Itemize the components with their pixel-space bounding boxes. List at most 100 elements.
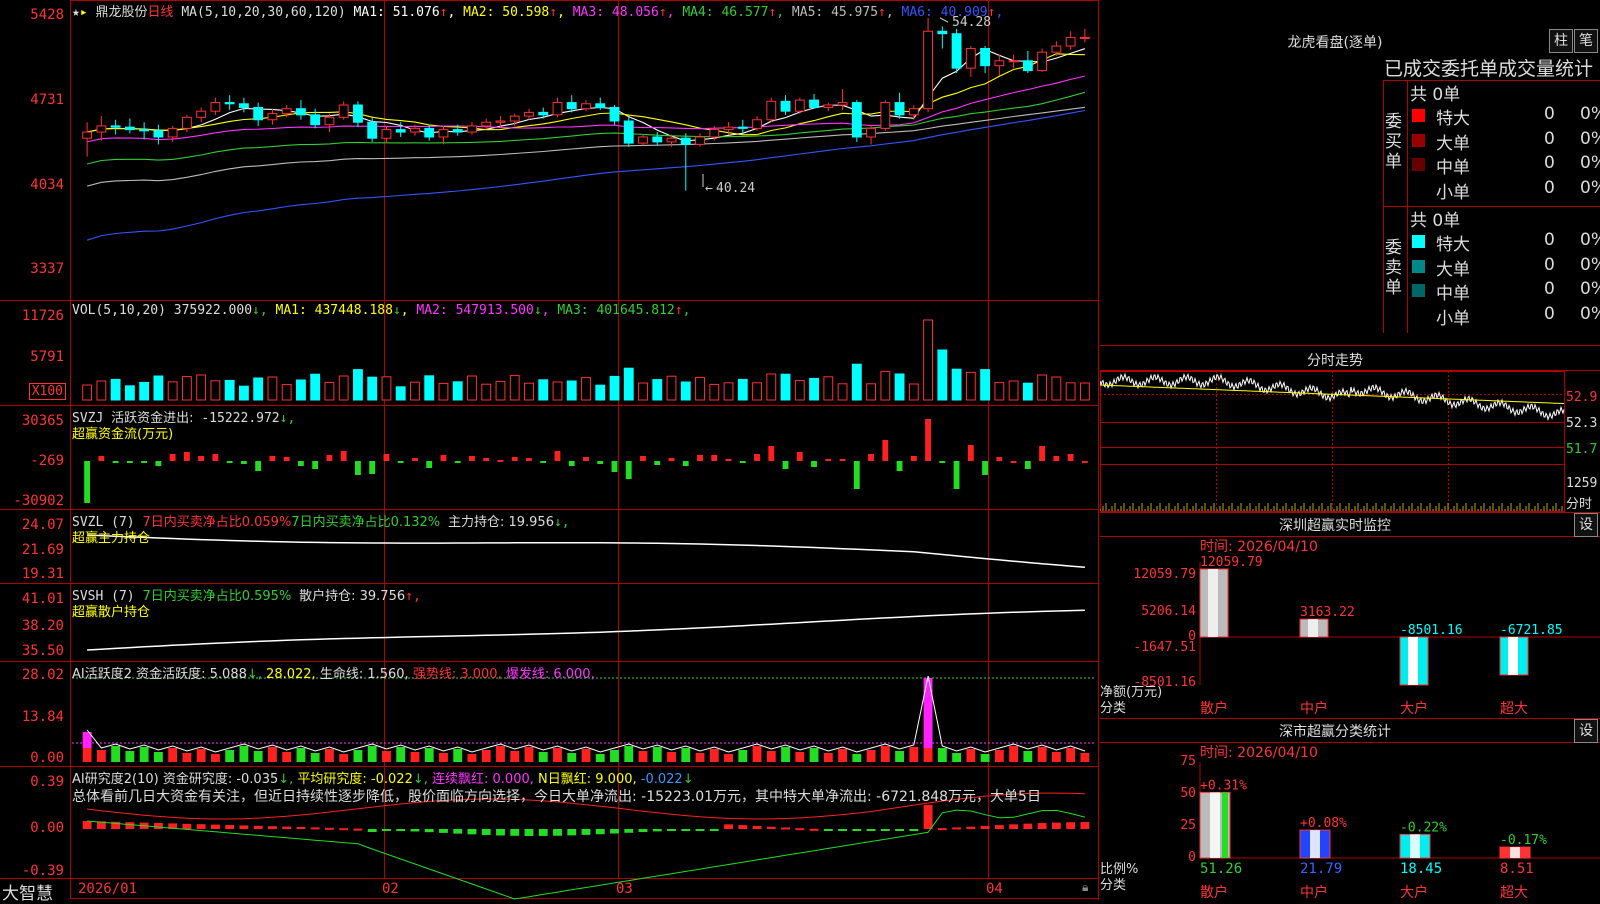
candle-body — [353, 104, 363, 123]
stock-name[interactable]: 鼎龙股份 — [95, 5, 147, 20]
research-bar — [1066, 822, 1076, 829]
candle-body — [395, 129, 406, 133]
cls-cat: 大户 — [1400, 885, 1428, 901]
research-bar — [695, 829, 705, 831]
fund-flow-bar — [383, 454, 390, 461]
activity-bar — [439, 753, 448, 762]
activity-bar — [481, 750, 491, 762]
sz-class-settings-button[interactable]: 设 — [1574, 719, 1598, 743]
buy-label: 委买单 — [1385, 112, 1402, 172]
candle-body — [281, 108, 292, 115]
candle-body — [766, 100, 777, 121]
volume-bar — [1008, 380, 1019, 401]
fund-flow-bar — [183, 452, 190, 461]
research-bar — [838, 829, 847, 831]
research-bar — [766, 826, 776, 829]
monitor-value: -6721.85 — [1500, 623, 1563, 638]
fund-flow-bar — [967, 445, 974, 461]
price-tick: 5428 — [30, 7, 64, 23]
svzl-line — [87, 534, 1085, 568]
candle-body — [424, 127, 435, 138]
fund-flow-bar — [796, 452, 803, 461]
svzl-t1: 7日内买卖净占比0.059% — [142, 515, 292, 530]
research-bar — [866, 829, 876, 831]
candle-body — [595, 103, 606, 108]
order-stat-row: 小单00% — [1410, 178, 1600, 203]
fund-flow-bar — [426, 461, 433, 468]
price-tick: 4034 — [30, 177, 64, 193]
research-bar — [538, 829, 548, 836]
candle-body — [495, 120, 506, 123]
candle-body — [923, 30, 934, 110]
candle-body — [638, 136, 648, 144]
sz-monitor-time: 时间: 2026/04/10 — [1200, 539, 1318, 555]
activity-bar — [581, 749, 591, 762]
intraday-vol-tick: 1259 — [1566, 476, 1598, 491]
lock-icon[interactable]: 🔒︎ — [1082, 880, 1088, 895]
activity-bar — [895, 751, 904, 762]
research-bar — [310, 827, 320, 830]
main-position-line — [87, 534, 1085, 568]
sz-monitor-settings-button[interactable]: 设 — [1574, 513, 1598, 537]
research-bar — [1009, 824, 1019, 829]
activity-bar — [838, 749, 847, 762]
volume-bar — [980, 369, 991, 401]
research-bar — [795, 828, 805, 831]
volume-bar — [353, 369, 363, 401]
svzl-tick: 21.69 — [21, 542, 64, 558]
volume-bar — [310, 373, 321, 401]
color-swatch — [1412, 133, 1425, 147]
volume-bar — [238, 385, 249, 401]
monitor-bar-highlight — [1408, 637, 1418, 685]
research-bar — [581, 829, 591, 835]
activity-bar — [1051, 752, 1061, 762]
volume-bar — [253, 377, 264, 401]
research-bar — [1023, 823, 1033, 829]
monitor-value: -8501.16 — [1400, 623, 1463, 638]
research-bar — [1037, 823, 1047, 829]
candle-body — [438, 129, 449, 138]
activity-bar — [909, 747, 919, 762]
candle-body — [139, 129, 150, 132]
volume-bar — [224, 379, 235, 401]
vol-unit: X100 — [28, 383, 66, 400]
research-bar — [325, 827, 334, 830]
research-bar — [268, 826, 277, 829]
kline-chart-area[interactable]: 54.28 40.24 ← — [0, 0, 1100, 900]
fund-flow-bar — [939, 461, 946, 463]
activity-bar — [1023, 751, 1033, 762]
research-bar — [738, 825, 748, 829]
activity-bar — [196, 749, 206, 762]
vol-ma-legend-item: MA3: 401645.812↑, — [557, 303, 691, 318]
intraday-chart[interactable] — [1100, 371, 1600, 512]
cls-cat: 超大 — [1500, 885, 1528, 901]
volume-bar — [538, 379, 549, 401]
fund-flow-bar — [269, 456, 276, 461]
period-label[interactable]: 日线 — [148, 5, 174, 20]
candle-body — [1022, 60, 1033, 72]
candle-body — [524, 111, 534, 117]
ai2-def: AI研究度2(10) — [72, 772, 159, 787]
candle-body — [1008, 60, 1019, 63]
candle-body — [452, 129, 463, 133]
fund-flow-bar — [668, 458, 675, 461]
activity-bar — [823, 753, 833, 762]
vol-panel-title: VOL(5,10,20) 375922.000↓, MA1: 437448.18… — [72, 303, 691, 318]
activity-bar — [296, 748, 306, 762]
ai1-t2: 28.022, — [266, 667, 316, 682]
volume-bar — [153, 375, 164, 401]
fund-flow-bar — [882, 440, 889, 461]
volume-bar — [509, 375, 520, 401]
order-stat-row: 中单00% — [1410, 279, 1600, 304]
ai2-tick: 0.00 — [30, 820, 64, 836]
fund-flow-bar — [754, 454, 760, 461]
fund-flow-bar — [540, 461, 547, 463]
svzj-tick: -269 — [30, 453, 64, 469]
ai2-t1: 资金研究度: -0.035 — [162, 772, 279, 787]
mon-tick: -1647.51 — [1133, 640, 1196, 655]
research-bar — [752, 825, 762, 829]
research-bar — [923, 805, 933, 829]
volume-bar — [880, 370, 891, 401]
class-change: +0.08% — [1300, 816, 1347, 831]
research-bar — [410, 829, 420, 832]
